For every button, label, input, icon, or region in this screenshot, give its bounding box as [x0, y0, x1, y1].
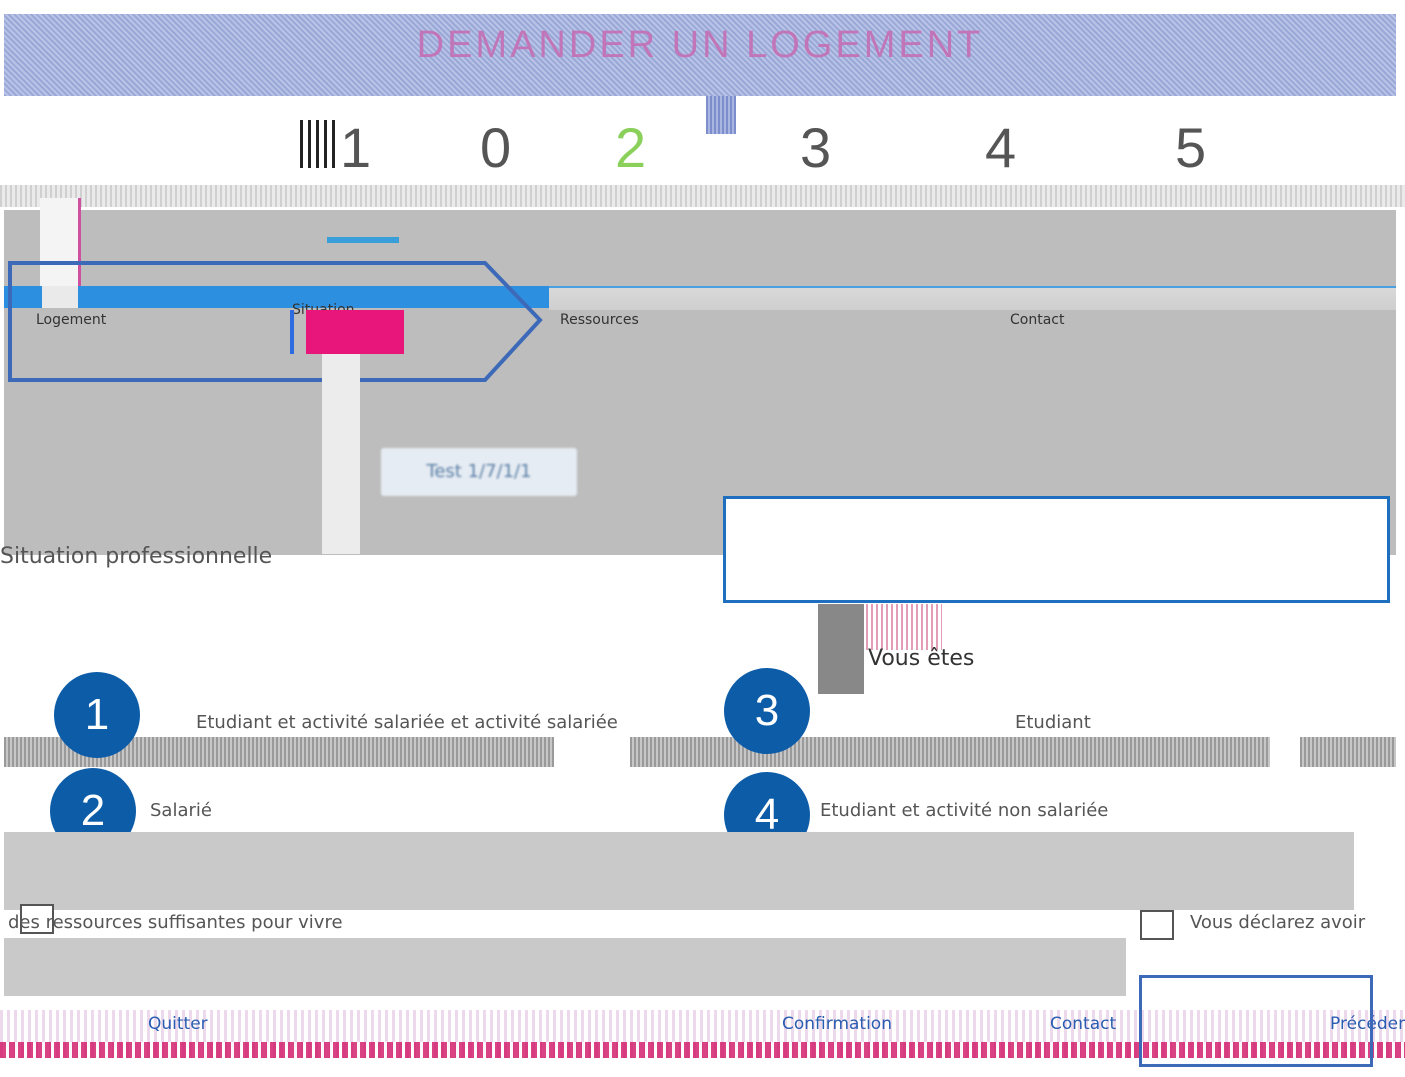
callout-box [723, 496, 1390, 603]
pillar-gray [818, 604, 864, 694]
option-row-3[interactable] [630, 737, 1270, 767]
callout-badge-3: 3 [724, 668, 810, 754]
question-label: Vous êtes [868, 646, 975, 671]
header-banner: DEMANDER UN LOGEMENT [4, 14, 1396, 96]
declare-label: Vous déclarez avoir [1190, 912, 1366, 933]
current-step-arrow-outline [8, 261, 543, 382]
selection-line [290, 310, 294, 354]
step-indicator: 1 0 2 3 4 5 [0, 115, 1405, 185]
step-bars-decoration [300, 120, 338, 168]
step-number-3[interactable]: 3 [800, 115, 831, 180]
arrow-outline-shape [8, 261, 543, 382]
step-number-4[interactable]: 4 [985, 115, 1016, 180]
step-number-0[interactable]: 0 [480, 115, 511, 180]
next-button-outline[interactable] [1139, 975, 1373, 1067]
section-title-situation: Situation professionnelle [0, 544, 273, 569]
resources-label: des ressources suffisantes pour vivre [8, 912, 343, 933]
step-number-2[interactable]: 2 [615, 115, 646, 180]
contact-link[interactable]: Contact [1050, 1014, 1116, 1034]
pillar-pink [866, 604, 942, 650]
active-step-dash [327, 237, 399, 243]
step-number-5[interactable]: 5 [1175, 115, 1206, 180]
progress-bar-track [549, 286, 1396, 310]
page-title: DEMANDER UN LOGEMENT [416, 24, 984, 66]
step-label-contact[interactable]: Contact [1010, 312, 1064, 328]
vertical-column [322, 354, 360, 554]
option-label-2[interactable]: Salarié [150, 800, 212, 821]
option-row-extra[interactable] [1300, 737, 1396, 767]
active-step-marker [306, 310, 404, 354]
step-divider [0, 185, 1405, 207]
form-panel-bottom [4, 938, 1126, 996]
step-number-1[interactable]: 1 [340, 115, 371, 180]
step-label-ressources[interactable]: Ressources [560, 312, 639, 328]
option-label-3[interactable]: Etudiant [1015, 712, 1091, 733]
confirmation-link[interactable]: Confirmation [782, 1014, 892, 1034]
form-panel-lower [4, 832, 1354, 910]
declare-checkbox[interactable] [1140, 910, 1174, 940]
callout-badge-1: 1 [54, 672, 140, 758]
option-label-4[interactable]: Etudiant et activité non salariée [820, 800, 1108, 821]
option-label-1[interactable]: Etudiant et activité salariée et activit… [196, 712, 618, 733]
user-label: Test 1/7/1/1 [381, 448, 577, 496]
quit-button[interactable]: Quitter [148, 1014, 208, 1034]
